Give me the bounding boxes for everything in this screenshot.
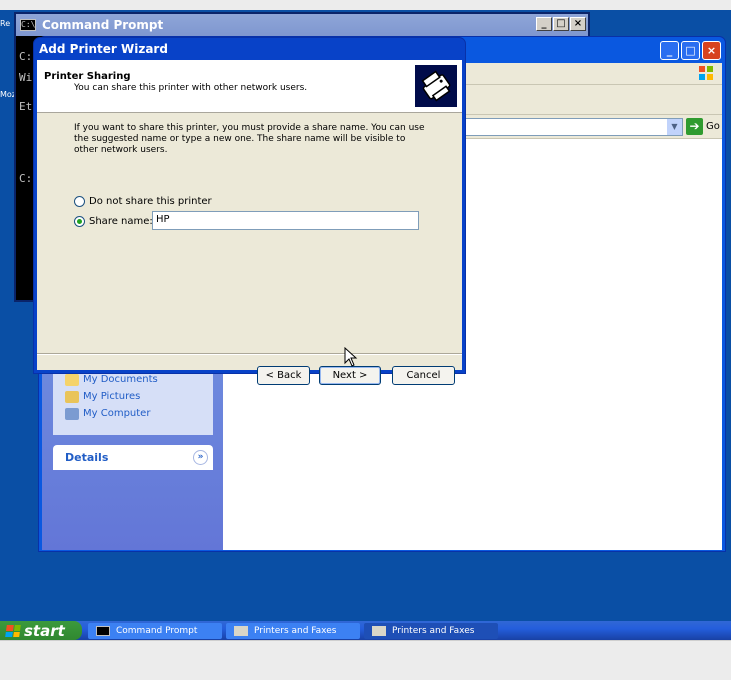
maximize-button[interactable]: □ <box>553 17 569 31</box>
go-label: Go <box>706 121 720 132</box>
close-button[interactable]: × <box>702 41 721 60</box>
share-name-label: Share name: <box>89 216 153 227</box>
go-arrow-icon: ➔ <box>686 118 703 135</box>
add-printer-wizard-dialog[interactable]: Add Printer Wizard Printer Sharing You c… <box>33 37 466 385</box>
wizard-header: Printer Sharing You can share this print… <box>37 60 462 113</box>
start-button[interactable]: start <box>0 621 82 640</box>
taskbar-item-printers-faxes[interactable]: Printers and Faxes <box>226 623 360 639</box>
bottom-strip <box>0 640 731 680</box>
task-link-label: My Computer <box>83 408 151 419</box>
printer-icon <box>372 626 386 636</box>
wizard-instructions: If you want to share this printer, you m… <box>74 123 425 155</box>
taskbar-item-label: Command Prompt <box>116 626 198 636</box>
share-name-option[interactable]: Share name: <box>74 216 153 227</box>
details-label: Details <box>65 451 109 464</box>
wizard-body: Printer Sharing You can share this print… <box>37 60 462 385</box>
console-icon <box>96 626 110 636</box>
share-name-radio[interactable] <box>74 216 85 227</box>
printer-icon <box>415 65 457 107</box>
share-name-input[interactable]: HP <box>152 211 419 230</box>
command-prompt-title: Command Prompt <box>42 18 164 32</box>
taskbar-item-label: Printers and Faxes <box>254 626 337 636</box>
do-not-share-radio[interactable] <box>74 196 85 207</box>
taskbar-item-command-prompt[interactable]: Command Prompt <box>88 623 222 639</box>
taskbar-item-label: Printers and Faxes <box>392 626 475 636</box>
taskbar-item-printers-faxes-active[interactable]: Printers and Faxes <box>364 623 498 639</box>
windows-logo-icon <box>699 66 713 80</box>
top-strip <box>0 0 731 10</box>
divider <box>37 353 462 355</box>
console-line: Wi <box>19 71 33 84</box>
maximize-button[interactable]: □ <box>681 41 700 60</box>
wizard-page-title: Printer Sharing <box>44 71 131 82</box>
task-link-label: My Documents <box>83 374 158 385</box>
command-prompt-titlebar[interactable]: C:\ Command Prompt _ □ × <box>16 14 588 36</box>
start-label: start <box>24 621 65 640</box>
minimize-button[interactable]: _ <box>536 17 552 31</box>
chevron-down-icon[interactable]: » <box>193 450 208 465</box>
cancel-button[interactable]: Cancel <box>392 366 455 385</box>
close-button[interactable]: × <box>570 17 586 31</box>
desktop-edge-label: Re <box>0 19 11 28</box>
minimize-button[interactable]: _ <box>660 41 679 60</box>
computer-icon <box>65 407 79 420</box>
wizard-title: Add Printer Wizard <box>39 42 168 56</box>
wizard-page-subtitle: You can share this printer with other ne… <box>74 83 308 93</box>
console-icon: C:\ <box>20 19 36 31</box>
go-button[interactable]: ➔ Go <box>686 118 720 135</box>
task-link-my-pictures[interactable]: My Pictures <box>65 388 213 405</box>
other-places-box: My Documents My Pictures My Computer <box>53 367 213 435</box>
task-link-my-computer[interactable]: My Computer <box>65 405 213 422</box>
windows-flag-icon <box>5 624 21 637</box>
do-not-share-label: Do not share this printer <box>89 196 212 207</box>
task-link-label: My Pictures <box>83 391 141 402</box>
back-button[interactable]: < Back <box>257 366 310 385</box>
details-section-header[interactable]: Details » <box>53 445 213 470</box>
next-button[interactable]: Next > <box>319 366 381 385</box>
console-line: Et <box>19 100 33 113</box>
pictures-folder-icon <box>65 390 79 403</box>
mouse-cursor-icon <box>344 347 358 367</box>
do-not-share-option[interactable]: Do not share this printer <box>74 196 212 207</box>
console-line: C: <box>19 50 33 63</box>
folder-icon <box>65 373 79 386</box>
printer-icon <box>234 626 248 636</box>
chevron-down-icon[interactable]: ▼ <box>667 119 682 135</box>
taskbar: start Command Prompt Printers and Faxes … <box>0 621 731 640</box>
console-line: C: <box>19 172 33 185</box>
